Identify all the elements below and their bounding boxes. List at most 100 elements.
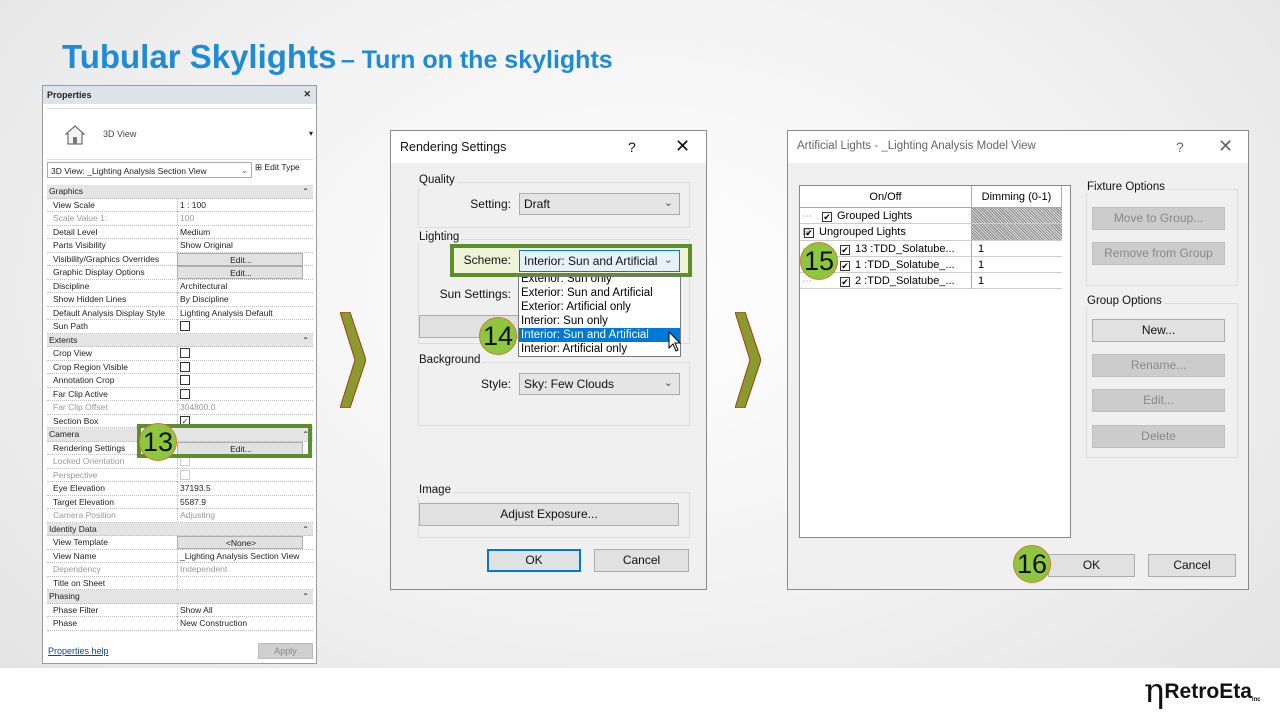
- type-selector[interactable]: 3D View ▾: [47, 108, 313, 160]
- cancel-button[interactable]: Cancel: [594, 549, 689, 572]
- cancel-button[interactable]: Cancel: [1148, 554, 1236, 577]
- property-section-header: Extents ⌃: [47, 333, 313, 347]
- light-on-checkbox[interactable]: ✔: [840, 244, 850, 255]
- property-label: Sun Path: [53, 321, 88, 331]
- property-label: Dependency: [53, 564, 101, 574]
- property-edit-button[interactable]: <None>: [177, 536, 303, 549]
- title-sub: – Turn on the skylights: [340, 46, 613, 74]
- apply-button[interactable]: Apply: [258, 643, 313, 659]
- light-on-checkbox[interactable]: ✔: [840, 260, 850, 271]
- arrow-chevron-icon: [735, 312, 761, 408]
- property-label: Graphic Display Options: [53, 267, 145, 277]
- dimming-cell[interactable]: 1: [972, 257, 1062, 274]
- property-edit-button[interactable]: Edit...: [177, 252, 303, 266]
- column-header-on-off[interactable]: On/Off: [800, 186, 972, 208]
- rename-group-button[interactable]: Rename...: [1092, 354, 1225, 377]
- setting-label: Setting:: [470, 197, 511, 211]
- close-icon[interactable]: ✕: [675, 136, 690, 157]
- property-label: View Scale: [53, 199, 95, 210]
- light-on-checkbox[interactable]: ✔: [840, 277, 850, 288]
- dialog-titlebar: Rendering Settings? ✕: [391, 131, 706, 163]
- property-label: Target Elevation: [53, 496, 114, 507]
- property-value[interactable]: By Discipline: [177, 293, 303, 306]
- property-checkbox[interactable]: [180, 375, 190, 385]
- properties-header: Properties ✕: [43, 86, 316, 104]
- logo-suffix: Inc: [1251, 697, 1261, 703]
- close-icon[interactable]: ✕: [1218, 136, 1233, 157]
- dimming-cell[interactable]: 1: [972, 241, 1062, 257]
- quality-setting-select[interactable]: Draft ⌄: [519, 193, 680, 215]
- dimming-cell[interactable]: 1: [972, 273, 1062, 290]
- property-value[interactable]: [177, 576, 303, 590]
- property-row: Far Clip Active: [47, 387, 313, 401]
- property-row: Title on Sheet: [47, 576, 313, 590]
- light-row: ⋯ ✔ Grouped Lights: [800, 208, 1062, 225]
- quality-setting-value: Draft: [524, 197, 551, 211]
- property-row: Discipline Architectural: [47, 279, 313, 293]
- close-icon[interactable]: ✕: [303, 89, 311, 100]
- edit-type-button[interactable]: ⊞ Edit Type: [255, 162, 300, 173]
- property-checkbox[interactable]: [180, 361, 190, 372]
- property-checkbox[interactable]: [180, 348, 190, 358]
- property-value[interactable]: _Lighting Analysis Section View: [177, 549, 303, 563]
- delete-group-button[interactable]: Delete: [1092, 425, 1225, 448]
- scheme-option[interactable]: Exterior: Sun and Artificial: [519, 286, 680, 300]
- light-name: 2 :TDD_Solatube_...: [855, 275, 955, 288]
- property-value[interactable]: Medium: [177, 225, 303, 239]
- scheme-option[interactable]: Interior: Artificial only: [519, 342, 680, 356]
- remove-from-group-button[interactable]: Remove from Group: [1092, 242, 1225, 265]
- edit-type-icon: ⊞: [255, 162, 263, 172]
- scheme-option[interactable]: Exterior: Sun only: [519, 277, 680, 286]
- property-value[interactable]: 1 : 100: [177, 198, 303, 212]
- ok-button[interactable]: OK: [1048, 554, 1135, 577]
- collapse-icon[interactable]: ⌃: [302, 185, 309, 198]
- light-on-checkbox[interactable]: ✔: [804, 228, 814, 239]
- property-row: Far Clip Offset 304800.0: [47, 401, 313, 415]
- property-value[interactable]: Lighting Analysis Default: [177, 306, 303, 320]
- ok-button[interactable]: OK: [487, 549, 581, 572]
- help-icon[interactable]: ?: [628, 139, 636, 155]
- property-row: View Template <None>: [47, 536, 313, 550]
- property-label: Parts Visibility: [53, 240, 106, 250]
- property-value[interactable]: 37193.5: [177, 482, 303, 495]
- background-label: Background: [417, 354, 483, 366]
- property-value[interactable]: Architectural: [177, 279, 303, 293]
- step-badge-13: 13: [139, 423, 177, 461]
- new-group-button[interactable]: New...: [1092, 319, 1225, 342]
- scheme-option[interactable]: Interior: Sun and Artificial: [519, 328, 680, 342]
- light-row: ⋯ ✔ 2 :TDD_Solatube_... 1: [800, 273, 1062, 290]
- background-style-select[interactable]: Sky: Few Clouds ⌄: [519, 373, 680, 395]
- help-icon[interactable]: ?: [1176, 139, 1184, 155]
- light-on-checkbox[interactable]: ✔: [822, 212, 832, 222]
- column-header-dimming[interactable]: Dimming (0-1): [972, 186, 1062, 208]
- property-value[interactable]: Show Original: [177, 239, 303, 252]
- property-value: [177, 468, 303, 482]
- view-instance-selector[interactable]: 3D View: _Lighting Analysis Section View…: [47, 162, 252, 178]
- property-value[interactable]: New Construction: [177, 617, 303, 630]
- mouse-cursor-icon: [668, 331, 682, 352]
- collapse-icon[interactable]: ⌃: [302, 523, 309, 536]
- collapse-icon[interactable]: ⌃: [302, 590, 309, 603]
- property-checkbox[interactable]: [180, 388, 190, 399]
- adjust-exposure-button[interactable]: Adjust Exposure...: [419, 503, 679, 526]
- property-row: Crop View: [47, 347, 313, 361]
- property-edit-button[interactable]: Edit...: [177, 266, 303, 279]
- property-value[interactable]: Show All: [177, 603, 303, 617]
- scheme-option[interactable]: Interior: Sun only: [519, 314, 680, 328]
- property-label: Section Box: [53, 415, 99, 426]
- collapse-icon[interactable]: ⌃: [302, 334, 309, 347]
- logo-text: RetroEta: [1164, 680, 1252, 703]
- light-name-cell: ⋯ ✔ Grouped Lights: [800, 208, 972, 225]
- scheme-option[interactable]: Exterior: Artificial only: [519, 300, 680, 314]
- move-to-group-button[interactable]: Move to Group...: [1092, 207, 1225, 230]
- properties-help-link[interactable]: Properties help: [48, 646, 109, 656]
- dropdown-arrow-icon[interactable]: ▾: [309, 129, 313, 138]
- property-checkbox[interactable]: [180, 321, 190, 331]
- property-value: Independent: [177, 563, 303, 576]
- light-name: 13 :TDD_Solatube...: [855, 242, 955, 255]
- edit-group-button[interactable]: Edit...: [1092, 389, 1225, 412]
- section-title: Phasing: [49, 591, 80, 601]
- property-label: Detail Level: [53, 226, 98, 237]
- property-value[interactable]: 5587.9: [177, 495, 303, 509]
- property-label: Eye Elevation: [53, 483, 105, 493]
